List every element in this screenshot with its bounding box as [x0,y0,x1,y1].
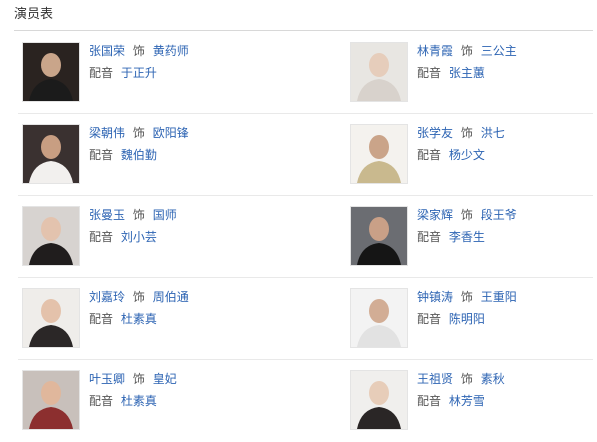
actor-name-link[interactable]: 叶玉卿 [89,372,125,386]
role-prefix: 饰 [132,44,145,58]
actor-photo[interactable] [350,370,408,430]
role-prefix: 饰 [460,290,473,304]
dub-prefix: 配音 [89,66,114,80]
cast-row: 张国荣 饰 黄药师 配音 于正升 林青霞 饰 三公主 配音 张主蕙 [18,32,593,114]
voice-actor-link[interactable]: 魏伯勤 [121,148,157,162]
actor-photo[interactable] [350,42,408,102]
actor-photo[interactable] [22,206,80,266]
role-name-link[interactable]: 周伯通 [153,290,189,304]
section-title: 演员表 [14,7,54,22]
actor-photo[interactable] [350,206,408,266]
photo-head [41,299,61,323]
dub-prefix: 配音 [417,312,442,326]
role-prefix: 饰 [132,208,145,222]
dub-prefix: 配音 [417,230,442,244]
actor-name-link[interactable]: 张曼玉 [89,208,125,222]
actor-name-link[interactable]: 张国荣 [89,44,125,58]
voice-actor-link[interactable]: 于正升 [121,66,157,80]
actor-name-link[interactable]: 林青霞 [417,44,453,58]
dub-prefix: 配音 [417,148,442,162]
dub-prefix: 配音 [89,230,114,244]
cast-list-page: 演员表 张国荣 饰 黄药师 配音 于正升 林青霞 饰 三公主 配音 张主蕙 梁朝… [0,0,597,430]
role-prefix: 饰 [460,208,473,222]
actor-photo[interactable] [22,124,80,184]
role-prefix: 饰 [460,372,473,386]
photo-head [41,53,61,77]
voice-actor-link[interactable]: 张主蕙 [449,66,485,80]
actor-photo[interactable] [350,124,408,184]
photo-head [41,217,61,241]
photo-head [369,53,389,77]
cast-grid: 张国荣 饰 黄药师 配音 于正升 林青霞 饰 三公主 配音 张主蕙 梁朝伟 饰 … [18,32,593,442]
cast-row: 梁朝伟 饰 欧阳锋 配音 魏伯勤 张学友 饰 洪七 配音 杨少文 [18,114,593,196]
voice-actor-link[interactable]: 杜素真 [121,312,157,326]
role-prefix: 饰 [132,372,145,386]
role-prefix: 饰 [132,290,145,304]
dub-prefix: 配音 [417,66,442,80]
voice-actor-link[interactable]: 杜素真 [121,394,157,408]
role-name-link[interactable]: 王重阳 [481,290,517,304]
actor-name-link[interactable]: 张学友 [417,126,453,140]
cast-row: 刘嘉玲 饰 周伯通 配音 杜素真 钟镇涛 饰 王重阳 配音 陈明阳 [18,278,593,360]
photo-head [369,217,389,241]
actor-photo[interactable] [22,370,80,430]
role-name-link[interactable]: 素秋 [481,372,505,386]
role-name-link[interactable]: 三公主 [481,44,517,58]
voice-actor-link[interactable]: 陈明阳 [449,312,485,326]
role-prefix: 饰 [460,44,473,58]
dub-prefix: 配音 [89,312,114,326]
dub-prefix: 配音 [417,394,442,408]
voice-actor-link[interactable]: 刘小芸 [121,230,157,244]
role-name-link[interactable]: 皇妃 [153,372,177,386]
actor-photo[interactable] [22,288,80,348]
role-name-link[interactable]: 国师 [153,208,177,222]
voice-actor-link[interactable]: 李香生 [449,230,485,244]
role-prefix: 饰 [132,126,145,140]
actor-name-link[interactable]: 刘嘉玲 [89,290,125,304]
actor-name-link[interactable]: 梁朝伟 [89,126,125,140]
role-name-link[interactable]: 段王爷 [481,208,517,222]
dub-prefix: 配音 [89,148,114,162]
actor-photo[interactable] [22,42,80,102]
actor-name-link[interactable]: 钟镇涛 [417,290,453,304]
photo-head [369,135,389,159]
voice-actor-link[interactable]: 杨少文 [449,148,485,162]
actor-name-link[interactable]: 梁家辉 [417,208,453,222]
actor-photo[interactable] [350,288,408,348]
photo-head [369,381,389,405]
role-prefix: 饰 [460,126,473,140]
dub-prefix: 配音 [89,394,114,408]
photo-head [41,381,61,405]
cast-row: 张曼玉 饰 国师 配音 刘小芸 梁家辉 饰 段王爷 配音 李香生 [18,196,593,278]
voice-actor-link[interactable]: 林芳雪 [449,394,485,408]
title-divider [14,30,593,31]
photo-head [369,299,389,323]
role-name-link[interactable]: 黄药师 [153,44,189,58]
cast-row: 叶玉卿 饰 皇妃 配音 杜素真 王祖贤 饰 素秋 配音 林芳雪 [18,360,593,442]
role-name-link[interactable]: 洪七 [481,126,505,140]
actor-name-link[interactable]: 王祖贤 [417,372,453,386]
role-name-link[interactable]: 欧阳锋 [153,126,189,140]
photo-head [41,135,61,159]
